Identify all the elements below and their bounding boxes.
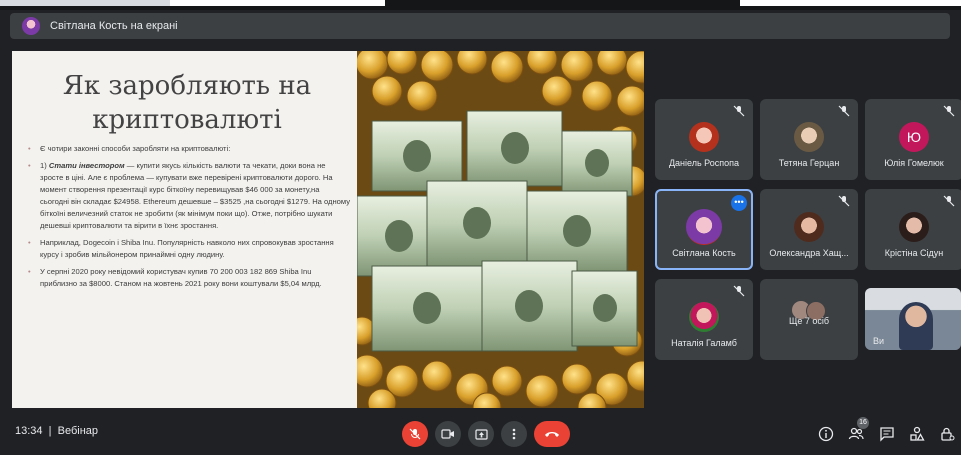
money-image (357, 51, 644, 408)
presenter-avatar (22, 17, 40, 35)
browser-tab[interactable] (0, 0, 170, 6)
participant-tile[interactable]: Ю Юлія Гомелюк (865, 99, 961, 180)
avatar (689, 302, 719, 332)
self-view-tile[interactable]: Ви (865, 288, 961, 350)
present-icon (474, 428, 488, 440)
mic-off-icon (733, 105, 745, 117)
presentation-stage: Як заробляють на криптовалюті • Є чотири … (12, 51, 644, 408)
participant-name: Наталія Галамб (671, 338, 737, 348)
mic-off-icon (943, 105, 955, 117)
chat-icon[interactable] (879, 426, 895, 442)
participant-name: Олександра Хащ... (769, 248, 849, 258)
activities-icon[interactable] (909, 426, 925, 442)
avatar (899, 212, 929, 242)
avatar: Ю (899, 122, 929, 152)
meeting-toolbar: 13:34 | Вебінар 16 (0, 413, 961, 455)
slide-bullet: • У серпні 2020 року невідомий користувач… (28, 267, 322, 288)
slide-body: • Є чотири законні способи заробляти на к… (24, 143, 350, 295)
host-controls-icon[interactable] (939, 426, 955, 442)
browser-tab[interactable] (740, 0, 961, 6)
presenter-banner: Світлана Кость на екрані (10, 13, 950, 39)
info-icon[interactable] (818, 426, 834, 442)
leave-call-button[interactable] (534, 421, 570, 447)
slide-title: Як заробляють на криптовалюті (62, 71, 312, 135)
avatar (794, 122, 824, 152)
camera-toggle-button[interactable] (435, 421, 461, 447)
more-vert-icon (512, 428, 516, 440)
self-person (899, 302, 933, 350)
more-participants-label: Ще 7 осіб (788, 316, 830, 326)
avatar (686, 209, 722, 245)
more-options-button[interactable]: ••• (731, 195, 747, 211)
mic-off-icon (409, 428, 421, 440)
present-button[interactable] (468, 421, 494, 447)
mic-off-icon (733, 285, 745, 297)
participant-name: Світлана Кость (672, 248, 736, 258)
camera-icon (441, 429, 454, 439)
participant-tile[interactable]: Тетяна Герцан (760, 99, 858, 180)
mic-toggle-button[interactable] (402, 421, 428, 447)
mic-off-icon (838, 195, 850, 207)
slide-bullet: • Є чотири законні способи заробляти на к… (28, 144, 231, 153)
people-icon[interactable] (848, 426, 864, 442)
slide-bullet: • 1) Стати інвестором — купити якусь кіль… (28, 161, 351, 230)
mic-off-icon (838, 105, 850, 117)
participant-tile-active[interactable]: ••• Світлана Кость (655, 189, 753, 270)
participant-tile[interactable]: Крістіна Сідун (865, 189, 961, 270)
participant-name: Тетяна Герцан (778, 158, 840, 168)
self-label: Ви (873, 336, 885, 346)
browser-tab[interactable] (170, 0, 385, 6)
avatar (794, 212, 824, 242)
participant-name: Даніель Роспопа (668, 158, 740, 168)
more-options-button[interactable] (501, 421, 527, 447)
participant-tile[interactable]: Даніель Роспопа (655, 99, 753, 180)
avatar (689, 122, 719, 152)
presenter-label: Світлана Кость на екрані (50, 20, 178, 32)
more-participants-tile[interactable]: Ще 7 осіб (760, 279, 858, 360)
mic-off-icon (943, 195, 955, 207)
participant-name: Крістіна Сідун (884, 248, 944, 258)
participant-tile[interactable]: Наталія Галамб (655, 279, 753, 360)
hangup-icon (545, 432, 559, 437)
browser-tab-strip (0, 0, 961, 10)
slide-text-panel: Як заробляють на криптовалюті • Є чотири … (12, 51, 357, 408)
participant-tile[interactable]: Олександра Хащ... (760, 189, 858, 270)
participant-name: Юлія Гомелюк (884, 158, 944, 168)
meeting-time-label: 13:34 | Вебінар (15, 425, 99, 437)
slide-bullet: • Наприклад, Dogecoin і Shiba Inu. Популя… (28, 238, 334, 259)
